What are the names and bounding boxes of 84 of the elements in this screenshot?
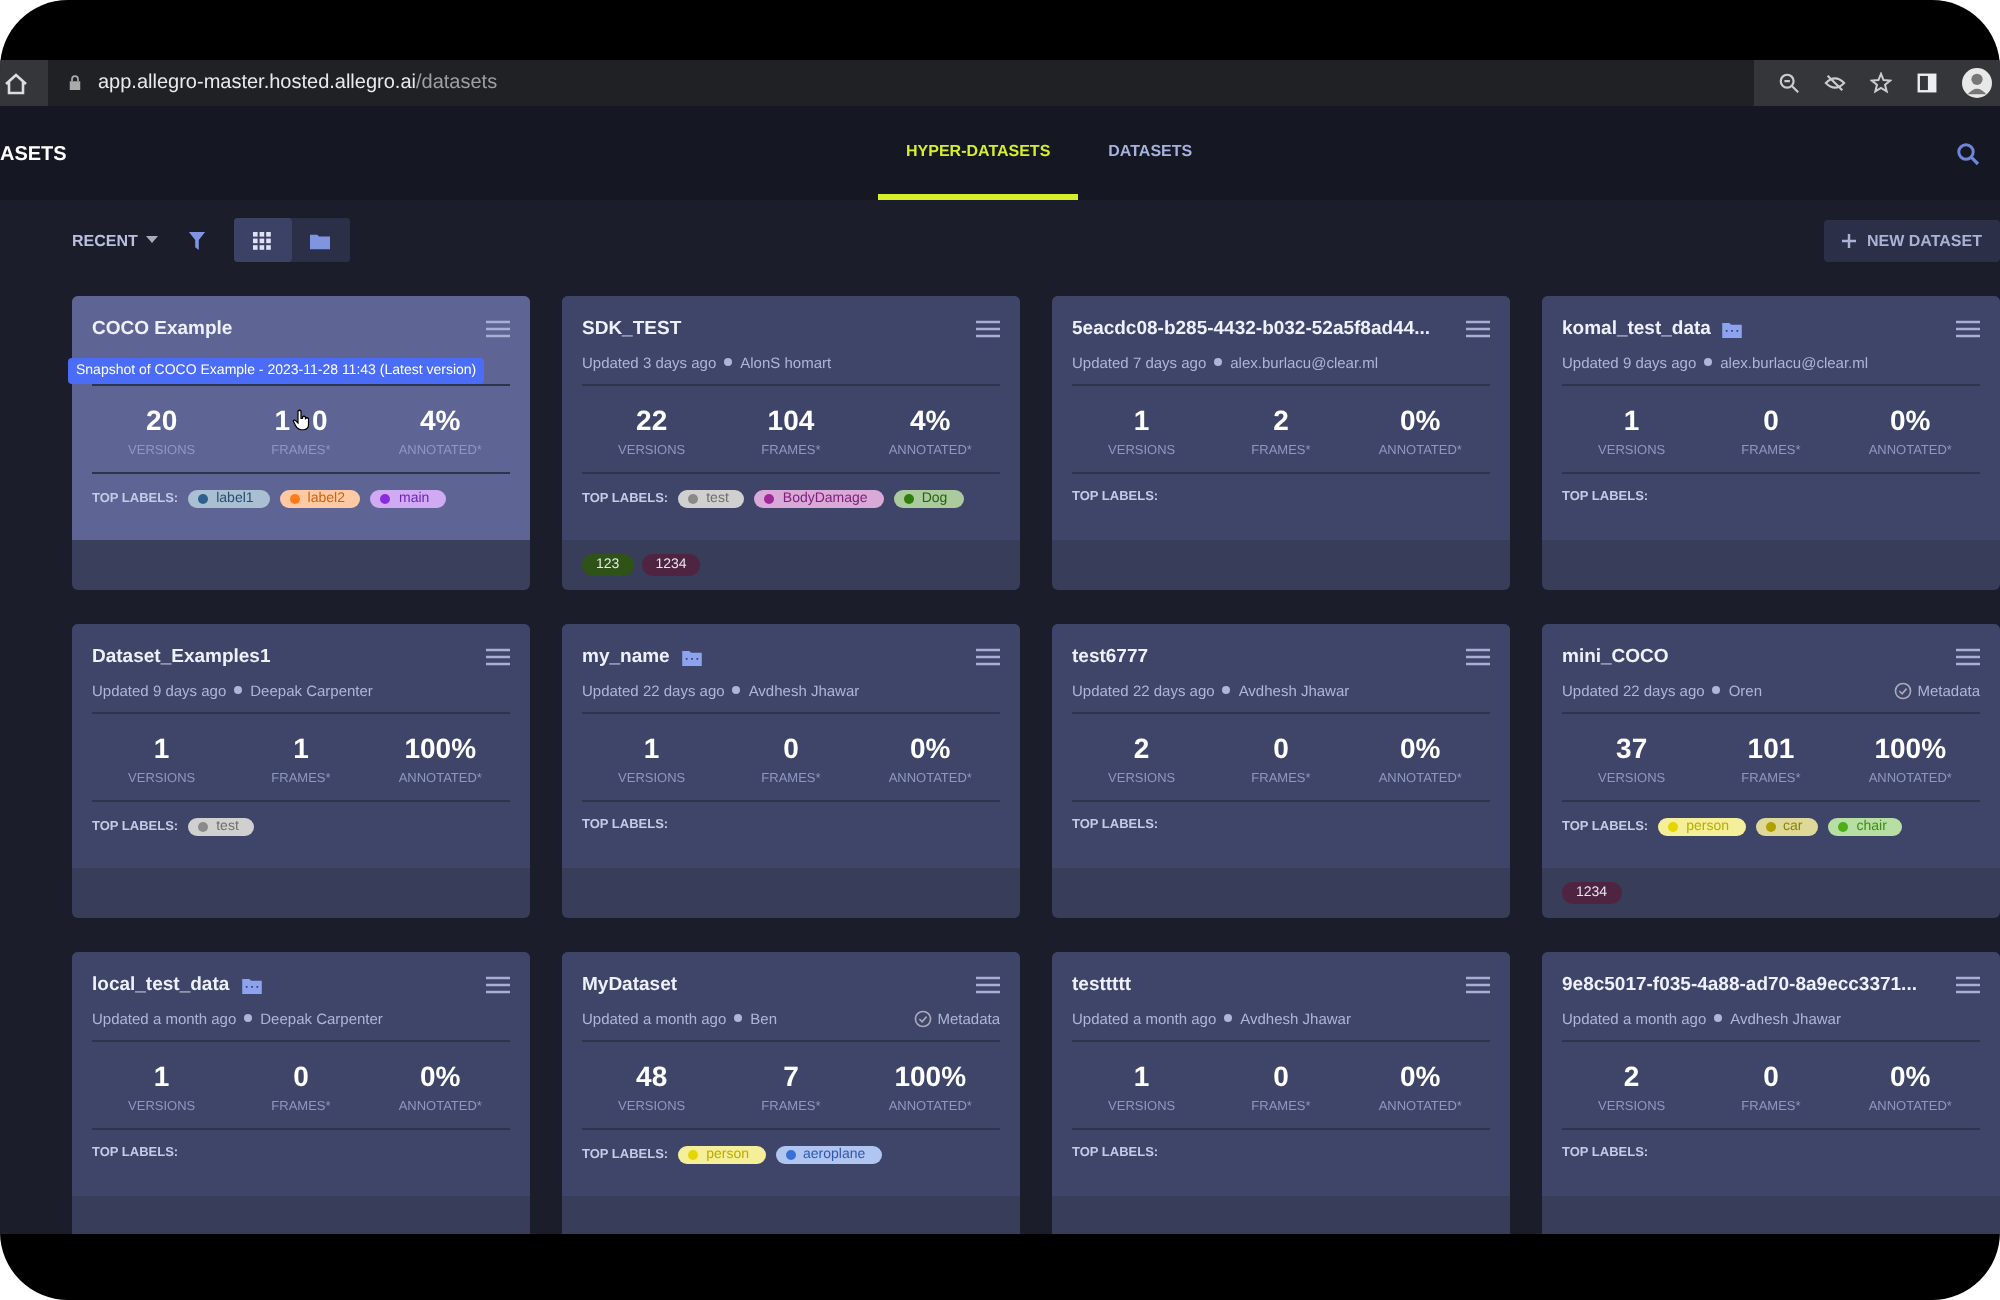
stat-value: 37: [1616, 732, 1648, 764]
stat-value: 22: [636, 404, 668, 436]
lock-icon: [68, 74, 82, 92]
stat-value: 0: [783, 732, 799, 764]
star-icon[interactable]: [1870, 72, 1892, 94]
stat-value: 48: [636, 1060, 668, 1092]
stat-value: 0%: [910, 732, 951, 764]
dataset-name: SDK_TEST: [582, 318, 682, 340]
stat-value: 0: [1273, 1060, 1289, 1092]
menu-icon[interactable]: [1956, 648, 1980, 666]
new-dataset-button[interactable]: NEW DATASET: [1823, 219, 2000, 261]
stat-value: 0%: [1400, 732, 1441, 764]
sidebar-icon[interactable]: [1916, 72, 1938, 94]
stat-value: 1: [293, 732, 309, 764]
stat-value: 1: [1623, 404, 1640, 436]
stat-value: 0: [311, 404, 328, 436]
dataset-name: local_test_data: [92, 974, 230, 996]
plus-icon: [1841, 233, 1856, 247]
hand-cursor-icon: [291, 408, 310, 432]
stat-value: 100%: [894, 1060, 967, 1092]
stat-value: 0: [293, 1060, 309, 1092]
zoom-icon[interactable]: [1778, 72, 1800, 94]
sort-dropdown[interactable]: RECENT: [72, 231, 158, 249]
tab[interactable]: DATASETS: [1078, 106, 1223, 200]
stat-value: 0%: [420, 1060, 461, 1092]
stat-value: 0%: [1400, 1060, 1441, 1092]
stat-value: 1: [643, 732, 660, 764]
dataset-name: komal_test_data: [1562, 318, 1711, 340]
dataset-name: Dataset_Examples1: [92, 646, 271, 668]
stat-value: 100%: [404, 732, 477, 764]
grid-icon: [252, 231, 273, 249]
check-circle-icon: [913, 1009, 932, 1027]
dataset-name: test6777: [1072, 646, 1149, 668]
tab[interactable]: HYPER-DATASETS: [878, 106, 1079, 200]
address-bar[interactable]: app.allegro-master.hosted.allegro.ai/datasets: [48, 60, 1754, 106]
stat-value: 1: [1133, 1060, 1150, 1092]
stat-value: 1: [153, 732, 170, 764]
dataset-name: testtttt: [1072, 974, 1132, 996]
stat-value: 101: [1747, 732, 1795, 764]
page-title: ASETS: [0, 143, 67, 165]
stat-value: 20: [146, 404, 178, 436]
dataset-name: 5eacdc08-b285-4432-b032-52a5f8ad44...: [1072, 318, 1431, 340]
stat-value: 1: [153, 1060, 170, 1092]
dataset-name: mini_COCO: [1562, 646, 1669, 668]
menu-icon[interactable]: [976, 976, 1000, 994]
grid-view-button[interactable]: [233, 218, 292, 262]
menu-icon[interactable]: [1956, 976, 1980, 994]
caret-icon: [145, 236, 158, 244]
eye-slash-icon[interactable]: [1824, 72, 1846, 94]
folder-icon: [310, 231, 331, 249]
check-circle-icon: [1893, 681, 1912, 699]
stat-value: 2: [1133, 732, 1150, 764]
stat-value: 0%: [1890, 1060, 1931, 1092]
menu-icon[interactable]: [1956, 320, 1980, 338]
menu-icon[interactable]: [486, 976, 510, 994]
stat-value: 104: [767, 404, 815, 436]
dataset-name: my_name: [582, 646, 670, 668]
filter-icon[interactable]: [187, 229, 206, 251]
menu-icon[interactable]: [1466, 320, 1490, 338]
stat-value: 7: [783, 1060, 799, 1092]
dataset-name: MyDataset: [582, 974, 678, 996]
menu-icon[interactable]: [1466, 648, 1490, 666]
stat-value: 2: [1623, 1060, 1640, 1092]
home-icon[interactable]: [4, 71, 28, 95]
stat-value: 4%: [910, 404, 951, 436]
menu-icon[interactable]: [486, 320, 510, 338]
menu-icon[interactable]: [486, 648, 510, 666]
profile-avatar[interactable]: [1962, 68, 1992, 98]
menu-icon[interactable]: [1466, 976, 1490, 994]
stat-value: 0: [1273, 732, 1289, 764]
stat-value: 2: [1273, 404, 1289, 436]
menu-icon[interactable]: [976, 320, 1000, 338]
stat-value: 1: [1133, 404, 1150, 436]
stat-value: 1: [274, 404, 290, 436]
search-icon[interactable]: [1956, 141, 1980, 165]
stat-value: 0: [1763, 404, 1779, 436]
dataset-name: 9e8c5017-f035-4a88-ad70-8a9ecc3371...: [1562, 974, 1917, 996]
menu-icon[interactable]: [976, 648, 1000, 666]
stat-value: 0%: [1400, 404, 1441, 436]
stat-value: 100%: [1874, 732, 1947, 764]
stat-value: 4%: [420, 404, 461, 436]
stat-value: 0: [1763, 1060, 1779, 1092]
stat-value: 0%: [1890, 404, 1931, 436]
dataset-name: COCO Example: [92, 318, 233, 340]
